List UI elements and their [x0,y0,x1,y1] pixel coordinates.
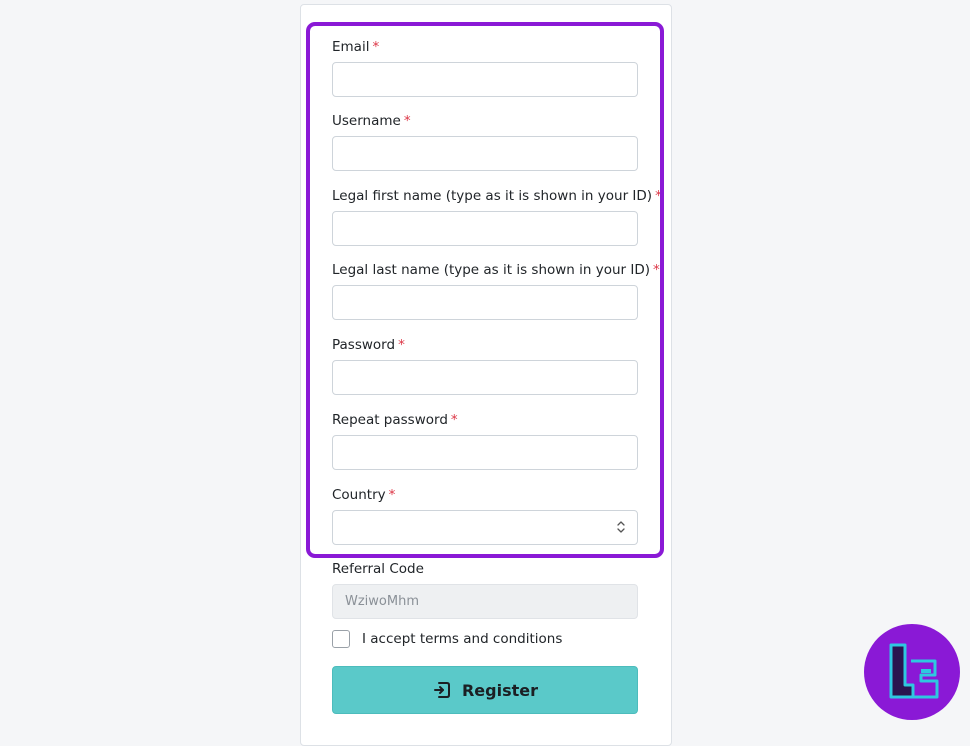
required-asterisk: * [372,39,380,55]
last-name-label: Legal last name (type as it is shown in … [332,262,660,278]
terms-checkbox[interactable] [332,630,350,648]
first-name-group: Legal first name (type as it is shown in… [332,186,662,246]
username-group: Username * [332,111,638,171]
email-group: Email * [332,37,638,97]
password-group: Password * [332,335,638,395]
chevron-up-down-icon [617,521,625,533]
required-asterisk: * [653,262,660,278]
required-asterisk: * [388,487,396,503]
referral-label: Referral Code [332,561,424,577]
terms-row: I accept terms and conditions [332,630,562,648]
country-label: Country * [332,487,396,503]
password-label: Password * [332,337,405,353]
sign-in-icon [433,682,450,698]
referral-code-field [332,584,638,619]
email-field[interactable] [332,62,638,97]
username-label: Username * [332,113,411,129]
country-group: Country * [332,485,638,545]
repeat-password-field[interactable] [332,435,638,470]
email-label: Email * [332,39,380,55]
terms-label: I accept terms and conditions [362,631,563,647]
password-field[interactable] [332,360,638,395]
required-asterisk: * [403,113,411,129]
referral-group: Referral Code [332,559,638,619]
repeat-password-label: Repeat password * [332,412,458,428]
required-asterisk: * [450,412,458,428]
last-name-field[interactable] [332,285,638,320]
country-select-wrapper [332,510,638,545]
last-name-group: Legal last name (type as it is shown in … [332,260,660,320]
register-label: Register [461,680,539,700]
first-name-field[interactable] [332,211,638,246]
brand-logo [864,624,960,720]
required-asterisk: * [655,188,662,204]
country-select[interactable] [332,510,638,545]
required-asterisk: * [398,337,405,353]
register-button[interactable]: Register [332,666,638,714]
first-name-label: Legal first name (type as it is shown in… [332,188,662,204]
username-field[interactable] [332,136,638,171]
repeat-password-group: Repeat password * [332,410,638,470]
